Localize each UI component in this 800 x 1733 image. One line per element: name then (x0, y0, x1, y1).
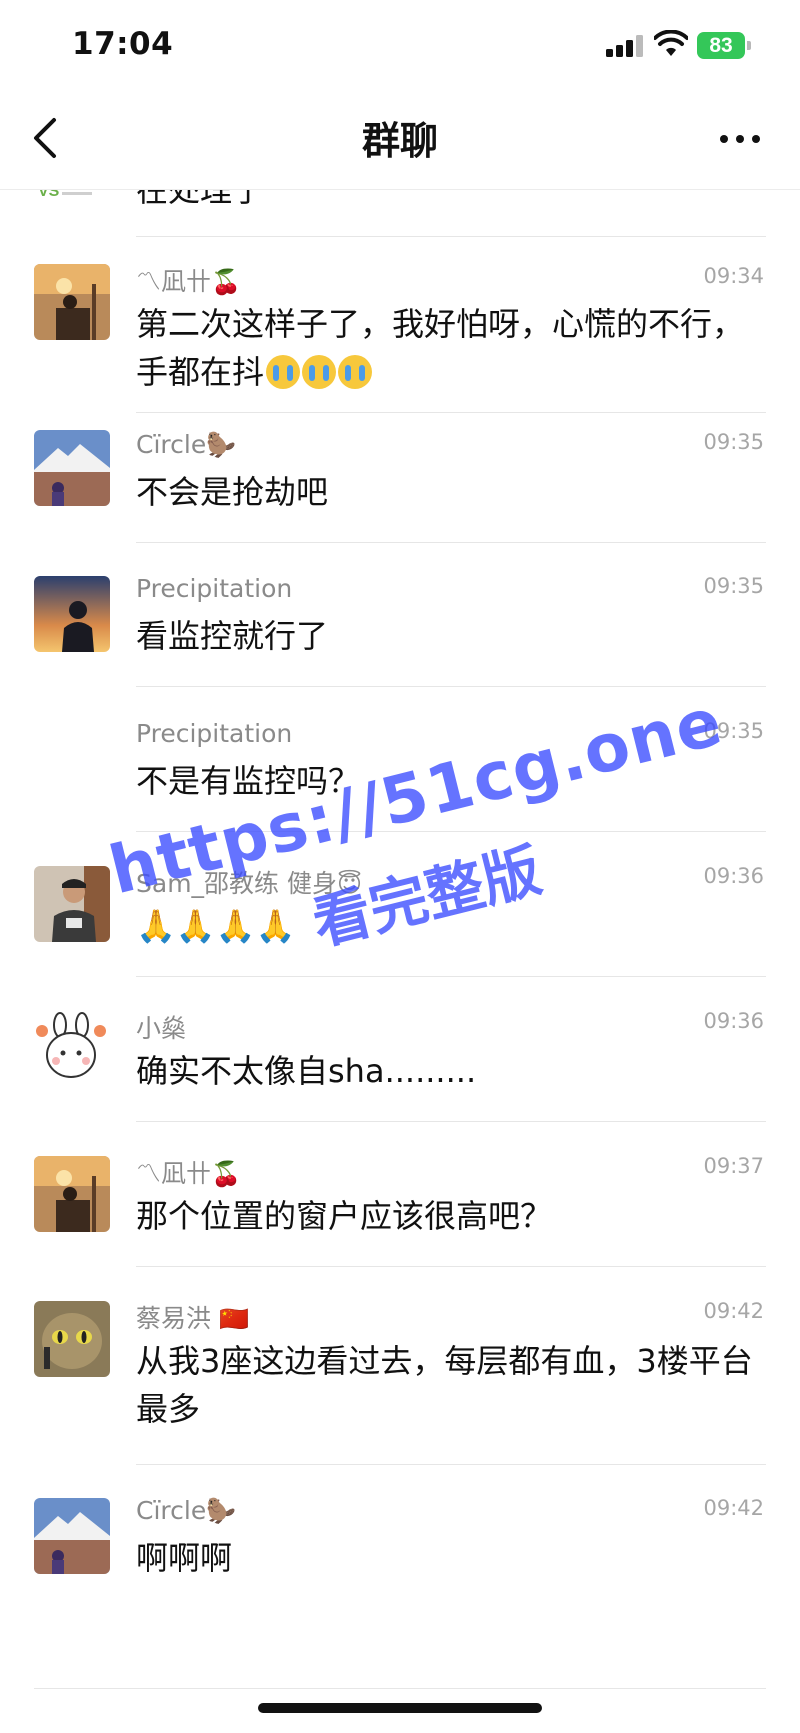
message-time: 09:42 (703, 1299, 764, 1323)
china-flag-icon: 🇨🇳 (218, 1305, 249, 1333)
mountain-photo-avatar[interactable] (34, 430, 110, 506)
message-time: 09:36 (703, 1009, 764, 1033)
sender-name: Precipitation (136, 574, 293, 603)
message-divider (136, 831, 766, 832)
battery-level: 83 (697, 32, 745, 59)
message-divider (136, 412, 766, 413)
beaver-icon: 🦫 (206, 1497, 237, 1525)
message-time: 09:35 (703, 574, 764, 598)
signal-icon (606, 35, 644, 57)
vs-logo-avatar[interactable]: VS (34, 190, 110, 206)
crying-face-icon (302, 355, 337, 389)
sender-name: 〽凪卄🍒 (136, 267, 241, 296)
message-text: 啊啊啊 (136, 1539, 233, 1577)
message-divider (136, 236, 766, 237)
more-options-button[interactable] (716, 128, 764, 148)
sender-name: 蔡易洪 🇨🇳 (136, 1304, 249, 1333)
halo-face-icon: 😇 (337, 870, 363, 898)
message-text: 那个位置的窗户应该很高吧？ (136, 1197, 553, 1235)
status-time: 17:04 (72, 26, 174, 62)
sunset-silhouette-avatar[interactable] (34, 576, 110, 652)
status-bar: 17:04 83 (0, 0, 800, 90)
man-photo-avatar[interactable] (34, 866, 110, 942)
message-text: 不是有监控吗？ (136, 762, 361, 800)
message-text: 不会是抢劫吧 (136, 473, 329, 511)
message-text: 第二次这样子了，我好怕呀，心慌的不行，手都在抖 (136, 305, 745, 391)
sender-name: Cïrcle🦫 (136, 1496, 237, 1525)
battery-icon: 83 (697, 32, 751, 59)
person-photo-avatar[interactable] (34, 264, 110, 340)
beaver-icon: 🦫 (206, 431, 237, 459)
message-divider (136, 1266, 766, 1267)
svg-text:VS: VS (38, 190, 60, 200)
message-text: 在处理了 (136, 190, 265, 209)
message-time: 09:35 (703, 719, 764, 743)
sender-name: Cïrcle🦫 (136, 430, 237, 459)
crying-face-icon (338, 355, 373, 389)
bunny-cartoon-avatar[interactable] (34, 1011, 110, 1087)
message-list[interactable]: VS 在处理了 〽凪卄🍒 09:34 第二次这样子了，我好怕呀，心慌的不行，手都… (0, 190, 800, 1690)
message-time: 09:37 (703, 1154, 764, 1178)
cat-photo-avatar[interactable] (34, 1301, 110, 1377)
message-time: 09:35 (703, 430, 764, 454)
nav-bar: 群聊 (0, 90, 800, 190)
message-text: 确实不太像自sha......... (136, 1052, 477, 1090)
home-indicator[interactable] (258, 1703, 542, 1713)
crying-face-icon (266, 355, 301, 389)
message-time: 09:36 (703, 864, 764, 888)
message-divider (136, 976, 766, 977)
message-text: 🙏🙏🙏🙏 (136, 907, 296, 945)
sender-name: Sam_邵教练 健身😇 (136, 869, 363, 898)
message-divider (136, 1464, 766, 1465)
message-divider (136, 686, 766, 687)
message-text: 看监控就行了 (136, 617, 329, 655)
message-time: 09:42 (703, 1496, 764, 1520)
cherry-icon: 🍒 (211, 1160, 241, 1188)
sender-name: Precipitation (136, 719, 293, 748)
wifi-icon (654, 30, 688, 56)
bottom-divider (34, 1688, 766, 1689)
page-title: 群聊 (361, 119, 438, 163)
person-photo-avatar[interactable] (34, 1156, 110, 1232)
message-divider (136, 542, 766, 543)
sender-name: 〽凪卄🍒 (136, 1159, 241, 1188)
message-text: 从我3座这边看过去，每层都有血，3楼平台最多 (136, 1342, 753, 1428)
message-time: 09:34 (703, 264, 764, 288)
sender-name: 小燊 (136, 1014, 187, 1043)
message-divider (136, 1121, 766, 1122)
mountain-photo-avatar[interactable] (34, 1498, 110, 1574)
cherry-icon: 🍒 (211, 268, 241, 296)
